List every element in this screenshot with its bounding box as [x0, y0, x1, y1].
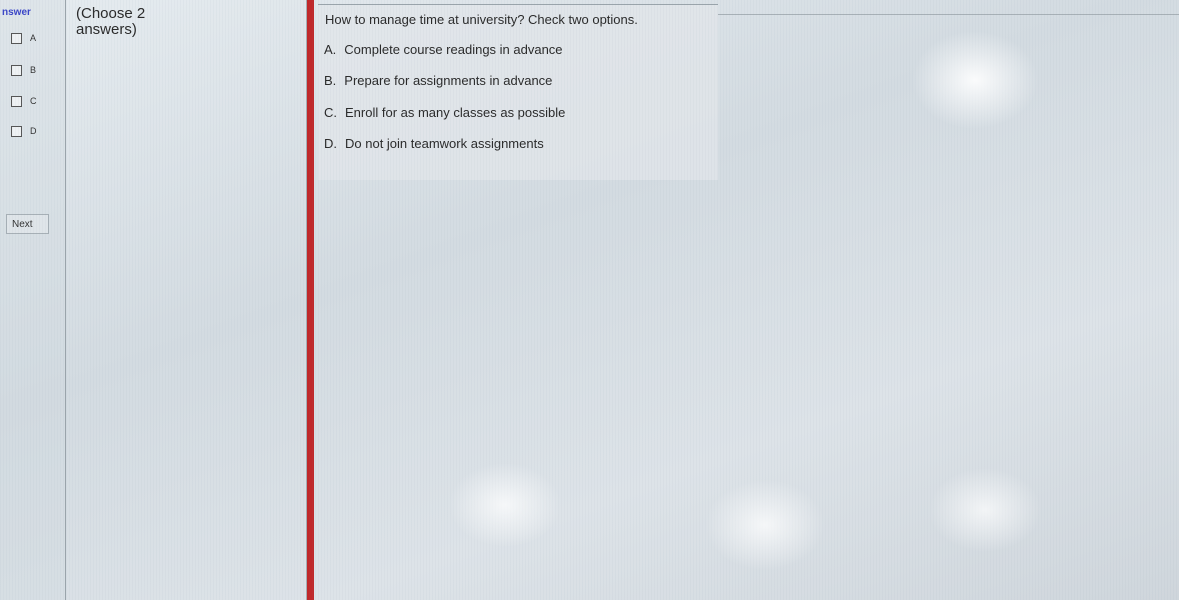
answer-option-b[interactable]: B — [11, 63, 36, 77]
checkbox-a[interactable] — [11, 32, 22, 44]
checkbox-c[interactable] — [11, 95, 22, 107]
choice-text: Enroll for as many classes as possible — [345, 105, 566, 120]
choice-a: A. Complete course readings in advance — [324, 42, 563, 57]
choice-b: B. Prepare for assignments in advance — [324, 73, 552, 88]
choice-text: Do not join teamwork assignments — [345, 136, 544, 151]
option-letter: B — [30, 65, 37, 75]
checkbox-d[interactable] — [11, 125, 22, 137]
option-letter: A — [30, 33, 37, 43]
instruction-column: (Choose 2 answers) — [67, 0, 307, 600]
choice-letter: A. — [324, 42, 337, 57]
answer-option-c[interactable]: C — [11, 94, 37, 108]
choice-text: Complete course readings in advance — [344, 42, 563, 57]
answer-option-a[interactable]: A — [11, 31, 36, 45]
question-prompt: How to manage time at university? Check … — [325, 12, 638, 27]
checkbox-b[interactable] — [11, 64, 22, 76]
choice-letter: C. — [324, 105, 337, 120]
choice-d: D. Do not join teamwork assignments — [324, 136, 544, 151]
option-letter: C — [30, 96, 37, 106]
red-divider-bar — [307, 0, 314, 600]
top-divider — [718, 14, 1179, 15]
choice-c: C. Enroll for as many classes as possible — [324, 105, 565, 120]
choose-instruction: (Choose 2 answers) — [76, 5, 146, 38]
next-button[interactable]: Next — [6, 214, 49, 234]
answer-option-d[interactable]: D — [11, 124, 37, 138]
question-panel: How to manage time at university? Check … — [318, 4, 718, 180]
answer-column: nswer A B C D Next — [0, 0, 66, 600]
answer-header: nswer — [2, 7, 31, 18]
choice-letter: B. — [324, 73, 337, 88]
choice-text: Prepare for assignments in advance — [344, 73, 553, 88]
choice-letter: D. — [324, 136, 337, 151]
option-letter: D — [30, 126, 37, 136]
